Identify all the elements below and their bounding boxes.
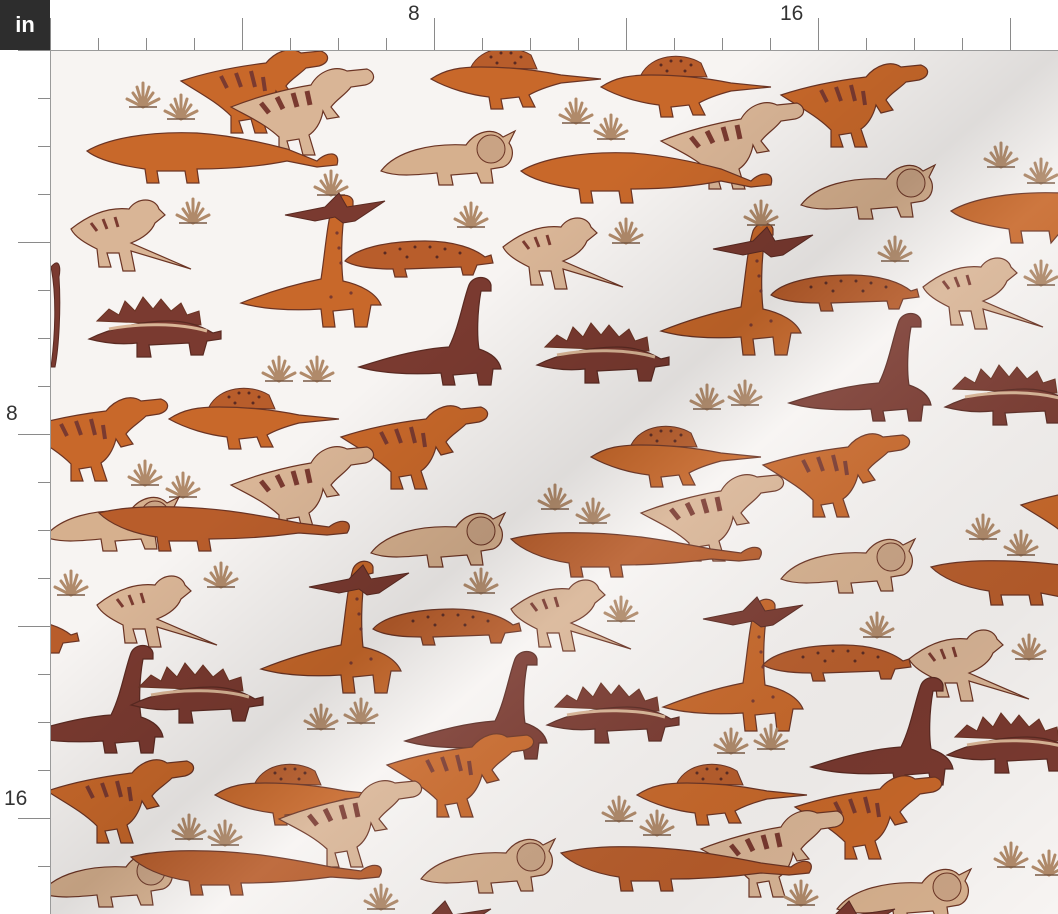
top-ruler: 8 16 [50, 0, 1058, 51]
top-ruler-label-8: 8 [408, 2, 420, 25]
top-ruler-ticks [50, 18, 1011, 50]
unit-label: in [15, 12, 35, 37]
left-ruler-label-8: 8 [6, 402, 18, 425]
dinosaur-pattern [51, 51, 1058, 914]
left-ruler: 8 16 [0, 50, 51, 914]
left-ruler-ticks [18, 50, 50, 867]
top-ruler-label-16: 16 [780, 2, 804, 25]
unit-badge: in [0, 0, 50, 50]
left-ruler-label-16: 16 [4, 787, 28, 810]
dinosaur-fabric-swatch [51, 51, 1058, 914]
